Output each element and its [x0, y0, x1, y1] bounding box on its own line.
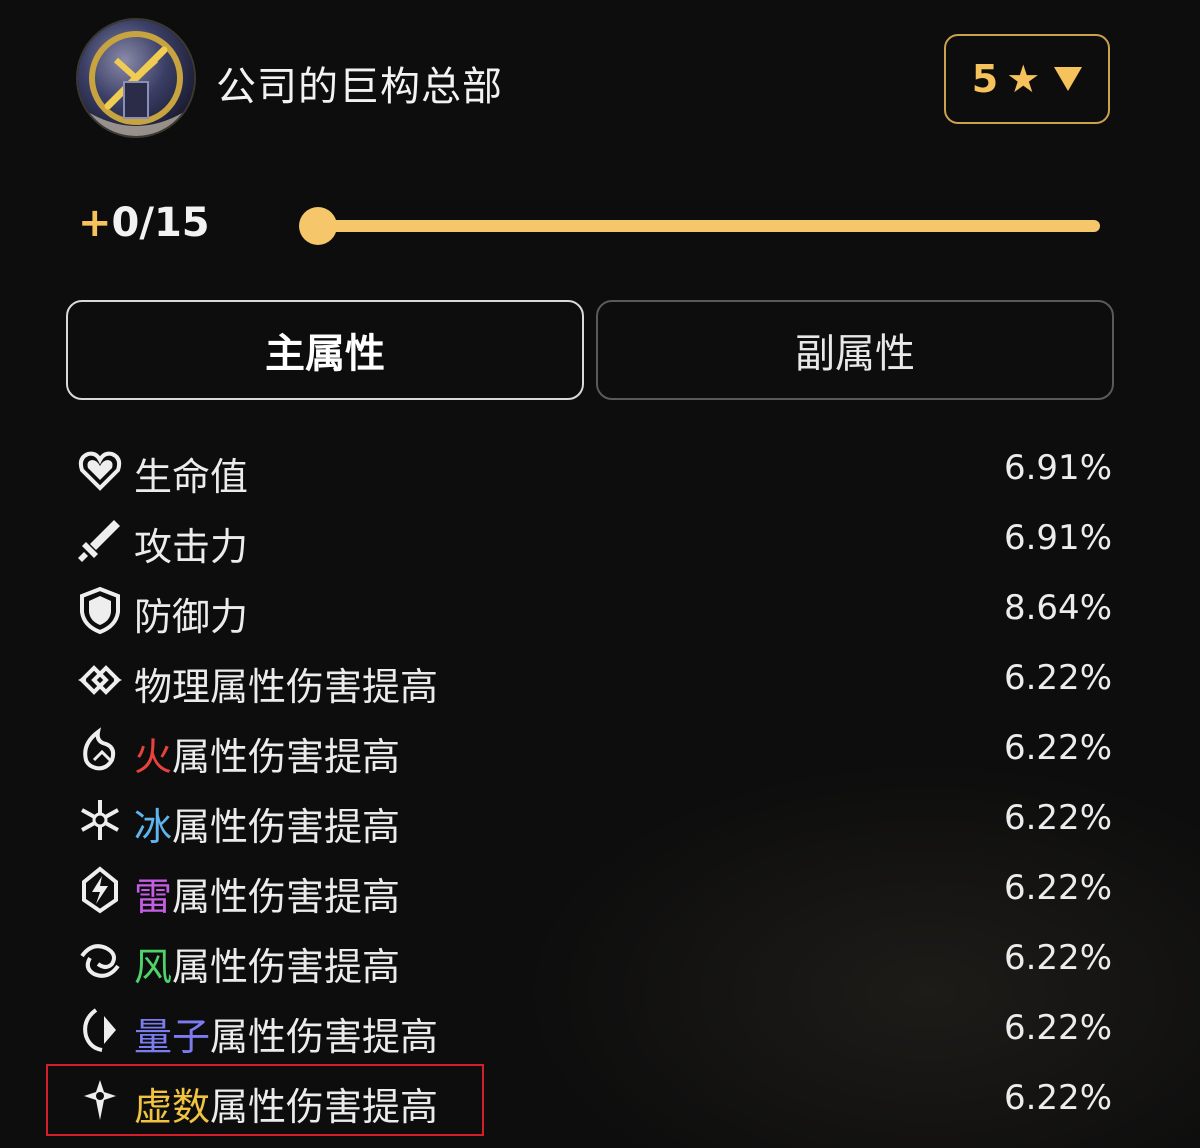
sword-icon [78, 520, 120, 562]
stat-row: 冰属性伤害提高 6.22% [76, 784, 1116, 854]
stat-element-prefix: 风 [134, 945, 173, 989]
stat-value: 6.22% [1003, 1078, 1112, 1118]
stat-row: 雷属性伤害提高 6.22% [76, 854, 1116, 924]
stat-value: 6.91% [1003, 518, 1112, 558]
tab-sub-stats[interactable]: 副属性 [596, 300, 1114, 400]
lightning-element-icon [82, 866, 118, 914]
stat-row: 攻击力 6.91% [76, 504, 1116, 574]
stat-label: 量子属性伤害提高 [134, 1006, 438, 1061]
stat-label-text: 属性伤害提高 [210, 1015, 439, 1059]
stat-label-text: 攻击力 [134, 525, 249, 569]
relic-avatar [78, 20, 194, 136]
level-slider-thumb[interactable] [299, 207, 337, 245]
stat-label-text: 属性伤害提高 [172, 735, 401, 779]
wind-element-icon [80, 944, 120, 978]
stat-label: 物理属性伤害提高 [134, 656, 438, 711]
stat-value: 6.91% [1003, 448, 1112, 488]
stat-element-prefix: 火 [134, 735, 173, 779]
stat-row: 防御力 8.64% [76, 574, 1116, 644]
rarity-dropdown[interactable]: 5 ★ [944, 34, 1110, 124]
stat-row: 物理属性伤害提高 6.22% [76, 644, 1116, 714]
stat-row: 量子属性伤害提高 6.22% [76, 994, 1116, 1064]
stat-value: 8.64% [1003, 588, 1112, 628]
level-value: 0/15 [111, 200, 210, 246]
level-plus: + [78, 200, 112, 246]
stat-label: 火属性伤害提高 [134, 726, 400, 781]
stat-value: 6.22% [1003, 938, 1112, 978]
star-icon: ★ [1006, 57, 1041, 101]
stat-label: 攻击力 [134, 516, 248, 571]
stat-label-text: 属性伤害提高 [172, 945, 401, 989]
stat-label: 雷属性伤害提高 [134, 866, 400, 921]
shield-icon [80, 586, 120, 634]
level-slider[interactable] [299, 207, 1100, 245]
stat-row: 生命值 6.91% [76, 434, 1116, 504]
stat-label-text: 生命值 [134, 455, 249, 499]
stat-value: 6.22% [1003, 1008, 1112, 1048]
stat-row: 火属性伤害提高 6.22% [76, 714, 1116, 784]
stat-element-prefix: 雷 [134, 875, 173, 919]
stat-value: 6.22% [1003, 798, 1112, 838]
stat-label: 防御力 [134, 586, 248, 641]
stat-label: 生命值 [134, 446, 248, 501]
stat-label-text: 属性伤害提高 [172, 805, 401, 849]
stat-list: 生命值 6.91% 攻击力 6.91% 防御力 8.64% 物理属性伤害提高 6.22% 火属性… [76, 434, 1116, 1134]
stat-label: 风属性伤害提高 [134, 936, 400, 991]
stat-value: 6.22% [1003, 868, 1112, 908]
stat-label-text: 防御力 [134, 595, 249, 639]
relic-header: 公司的巨构总部 5 ★ [78, 20, 1118, 140]
stat-label: 冰属性伤害提高 [134, 796, 400, 851]
stat-value: 6.22% [1003, 728, 1112, 768]
level-row: +0/15 [78, 196, 1108, 256]
quantum-element-icon [83, 1008, 116, 1052]
level-display: +0/15 [78, 200, 210, 246]
stat-label-text: 物理属性伤害提高 [134, 665, 439, 709]
stat-element-prefix: 冰 [134, 805, 173, 849]
physical-element-icon [78, 665, 122, 695]
heart-icon [78, 451, 122, 491]
relic-emblem-icon [88, 31, 184, 136]
stat-row: 风属性伤害提高 6.22% [76, 924, 1116, 994]
stat-element-prefix: 量子 [134, 1015, 211, 1059]
rarity-value: 5 [971, 57, 999, 101]
relic-title: 公司的巨构总部 [216, 64, 503, 110]
fire-element-icon [83, 727, 116, 771]
tab-main-stats[interactable]: 主属性 [66, 300, 584, 400]
ice-element-icon [81, 800, 119, 840]
stat-value: 6.22% [1003, 658, 1112, 698]
attribute-tabs: 主属性 副属性 [66, 300, 1114, 400]
stat-label-text: 属性伤害提高 [172, 875, 401, 919]
highlight-box [46, 1064, 484, 1136]
chevron-down-icon [1054, 67, 1083, 91]
